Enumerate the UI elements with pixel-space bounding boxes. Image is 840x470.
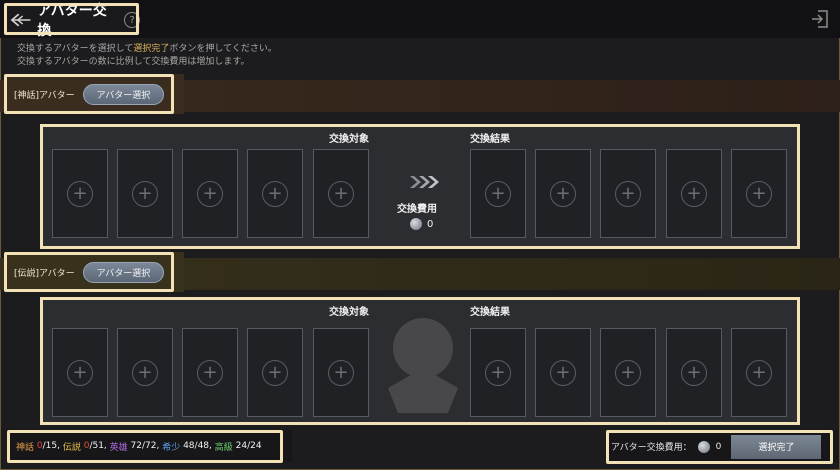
plus-icon: + [681, 180, 707, 207]
plus-icon: + [197, 180, 223, 207]
instructions: 交換するアバターを選択して選択完了ボタンを押してください。 交換するアバターの数… [17, 44, 277, 67]
target-slot[interactable]: + [117, 328, 173, 417]
result-slot: + [666, 149, 722, 238]
plus-icon: + [746, 359, 772, 386]
target-slot[interactable]: + [52, 328, 108, 417]
exit-icon[interactable] [810, 9, 830, 29]
plus-icon: + [550, 180, 576, 207]
result-slot: + [731, 328, 787, 417]
emblem-watermark-icon [388, 318, 458, 413]
target-slot[interactable]: + [313, 328, 369, 417]
target-title: 交換対象 [329, 134, 369, 145]
result-slot: + [666, 328, 722, 417]
plus-icon: + [746, 180, 772, 207]
plus-icon: + [262, 359, 288, 386]
result-slot: + [600, 149, 656, 238]
plus-icon: + [615, 359, 641, 386]
target-title: 交換対象 [329, 307, 369, 318]
result-slot: + [731, 149, 787, 238]
result-slot: + [600, 328, 656, 417]
result-slot: + [470, 149, 526, 238]
target-slot[interactable]: + [247, 149, 303, 238]
plus-icon: + [67, 359, 93, 386]
target-slot[interactable]: + [247, 328, 303, 417]
result-slot: + [470, 328, 526, 417]
plus-icon: + [67, 180, 93, 207]
mythic-header-highlight [4, 74, 174, 114]
target-slot[interactable]: + [117, 149, 173, 238]
footer-right-highlight [606, 430, 833, 464]
mythic-exchange-panel: 交換対象 交換結果 + + + + + 交換費用 0 + + + + + [40, 124, 800, 249]
plus-icon: + [615, 180, 641, 207]
target-slot[interactable]: + [182, 149, 238, 238]
target-slot[interactable]: + [182, 328, 238, 417]
plus-icon: + [197, 359, 223, 386]
exchange-cost-label: 交換費用 [397, 204, 437, 215]
result-slot: + [535, 149, 591, 238]
coin-icon [410, 218, 422, 230]
target-slot[interactable]: + [313, 149, 369, 238]
plus-icon: + [485, 359, 511, 386]
exchange-cost: 0 [410, 218, 433, 230]
legend-header-highlight [4, 252, 174, 292]
plus-icon: + [132, 359, 158, 386]
counts-highlight [7, 430, 283, 463]
title-highlight [4, 3, 139, 35]
legend-exchange-panel: 交換対象 交換結果 + + + + + + + + + + [40, 297, 800, 425]
plus-icon: + [328, 359, 354, 386]
plus-icon: + [550, 359, 576, 386]
plus-icon: + [262, 180, 288, 207]
plus-icon: + [485, 180, 511, 207]
triple-chevron-icon [410, 176, 439, 188]
result-slot: + [535, 328, 591, 417]
target-slot[interactable]: + [52, 149, 108, 238]
plus-icon: + [681, 359, 707, 386]
result-title: 交換結果 [470, 134, 510, 145]
plus-icon: + [132, 180, 158, 207]
result-title: 交換結果 [470, 307, 510, 318]
plus-icon: + [328, 180, 354, 207]
